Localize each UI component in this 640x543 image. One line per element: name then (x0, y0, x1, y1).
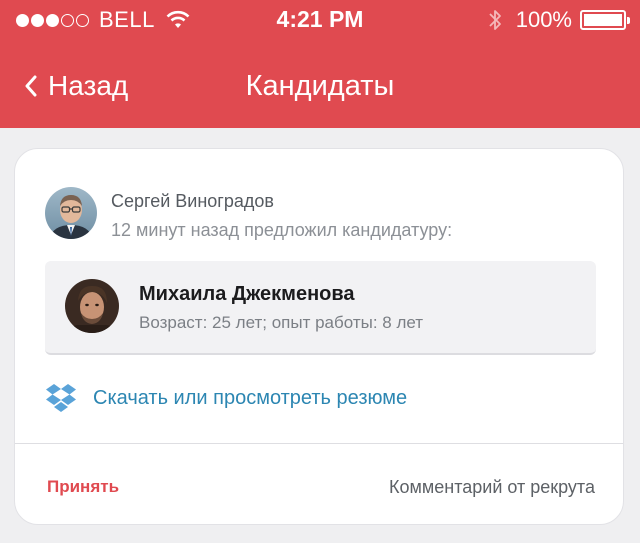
candidate-card: Сергей Виноградов 12 минут назад предлож… (14, 148, 624, 525)
author-block: Сергей Виноградов 12 минут назад предлож… (45, 187, 452, 241)
author-avatar[interactable] (45, 187, 97, 239)
resume-link[interactable]: Скачать или просмотреть резюме (45, 383, 407, 413)
candidate-name: Михаила Джекменова (139, 283, 355, 305)
candidate-info: Возраст: 25 лет; опыт работы: 8 лет (139, 313, 424, 332)
resume-link-label: Скачать или просмотреть резюме (93, 386, 408, 409)
candidate-avatar[interactable] (65, 279, 119, 333)
author-name[interactable]: Сергей Виноградов (111, 191, 452, 212)
battery-percent: 100% (515, 7, 572, 32)
battery-icon (580, 10, 630, 30)
recruiter-comment-button[interactable]: Комментарий от рекрута (389, 477, 595, 498)
page-title: Кандидаты (245, 70, 395, 102)
status-bar: BELL 4:21 PM 100% (0, 0, 640, 40)
author-action-text: 12 минут назад предложил кандидатуру: (111, 220, 453, 240)
card-divider (15, 443, 623, 444)
candidate-item[interactable]: Михаила Джекменова Возраст: 25 лет; опыт… (45, 261, 596, 355)
accept-button[interactable]: Принять (47, 477, 119, 497)
dropbox-icon (46, 384, 76, 412)
bluetooth-icon (489, 10, 501, 30)
navigation-header: BELL 4:21 PM 100% Назад Кандидаты (0, 0, 640, 128)
